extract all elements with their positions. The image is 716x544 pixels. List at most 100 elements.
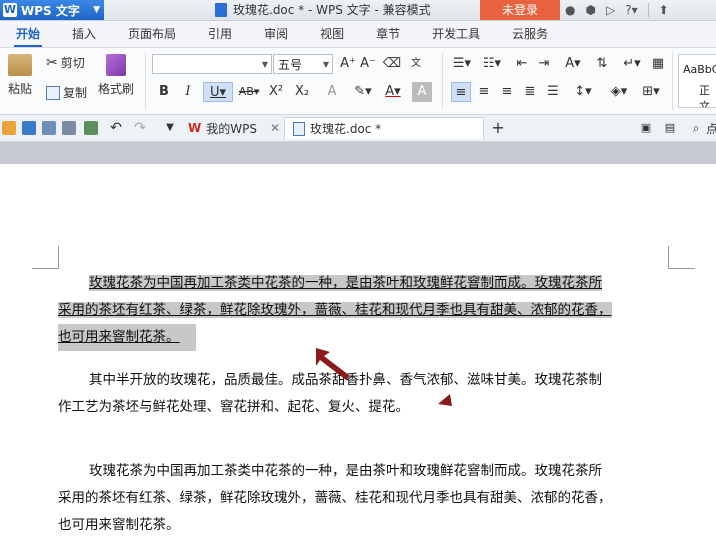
wps-logo-icon: W — [3, 3, 17, 17]
tab-page-layout[interactable]: 页面布局 — [112, 21, 192, 47]
paste-button[interactable]: 粘贴 — [8, 54, 32, 97]
search-icon[interactable]: ⌕ — [686, 118, 706, 138]
align-center-icon[interactable]: ≡ — [474, 82, 494, 102]
new-tab-icon[interactable]: + — [488, 118, 508, 138]
justify-icon[interactable]: ≣ — [520, 82, 540, 102]
title-bar: W WPS 文字 ▼ 玫瑰花.doc * - WPS 文字 - 兼容模式 未登录… — [0, 0, 716, 21]
bullets-icon[interactable]: ☰▾ — [450, 54, 474, 74]
clear-format-icon[interactable]: ⌫ — [382, 54, 402, 74]
distribute-icon[interactable]: ☰ — [543, 82, 563, 102]
style-preview: AaBbC — [683, 63, 716, 76]
print-icon[interactable] — [62, 121, 76, 135]
annotation-arrow-icon — [438, 394, 452, 406]
shading-icon[interactable]: ◈▾ — [606, 82, 632, 102]
login-button[interactable]: 未登录 — [480, 0, 560, 20]
divider — [647, 3, 649, 17]
skin-icon[interactable]: ● — [565, 3, 575, 17]
highlight-icon[interactable]: ✎▾ — [350, 82, 376, 102]
grow-font-icon[interactable]: A⁺ — [338, 54, 358, 74]
screen-icon[interactable]: ▣ — [636, 118, 656, 138]
align-left-icon[interactable]: ≡ — [451, 82, 471, 102]
line-spacing-icon[interactable]: ↕▾ — [570, 82, 596, 102]
copy-button[interactable]: 复制 — [46, 84, 87, 101]
cut-button[interactable]: ✂ 剪切 — [46, 54, 85, 71]
subscript-icon[interactable]: X₂ — [292, 82, 312, 102]
margin-corner-marker — [668, 246, 695, 269]
paragraph[interactable]: 玫瑰花茶为中国再加工茶类中花茶的一种，是由茶叶和玫瑰鲜花窨制而成。玫瑰花茶所 采… — [58, 458, 668, 539]
tab-review[interactable]: 审阅 — [248, 21, 304, 47]
show-marks-icon[interactable]: ↵▾ — [620, 54, 644, 74]
redo-icon[interactable]: ↷ — [130, 118, 150, 138]
scissors-icon: ✂ — [46, 54, 58, 71]
copy-icon — [46, 85, 60, 100]
paste-label: 粘贴 — [8, 82, 33, 96]
undo-icon[interactable]: ↶ — [106, 118, 126, 138]
align-right-icon[interactable]: ≡ — [497, 82, 517, 102]
tabs-list-icon[interactable]: ▤ — [660, 118, 680, 138]
tab-view[interactable]: 视图 — [304, 21, 360, 47]
quick-access-bar: ↶ ↷ ▼ W 我的WPS ✕ 玫瑰花.doc * + ▣ ▤ ⌕ 点 — [0, 115, 716, 142]
margin-corner-marker — [32, 246, 59, 269]
pinyin-icon[interactable]: 文 — [406, 54, 426, 74]
open-folder-icon[interactable] — [2, 121, 16, 135]
sort-icon[interactable]: ⇅ — [592, 54, 612, 74]
cut-label: 剪切 — [60, 56, 85, 70]
document-icon — [293, 121, 305, 136]
chevron-down-icon: ▼ — [322, 60, 329, 69]
brush-icon — [106, 54, 126, 76]
shrink-font-icon[interactable]: A⁻ — [358, 54, 378, 74]
tab-references[interactable]: 引用 — [192, 21, 248, 47]
paste-icon — [8, 54, 32, 76]
text-effect-icon[interactable]: A — [322, 82, 342, 102]
restore-icon[interactable]: ⬆ — [659, 3, 669, 17]
format-painter-button[interactable]: 格式刷 — [98, 54, 134, 97]
paragraph-selected[interactable]: 玫瑰花茶为中国再加工茶类中花茶的一种，是由茶叶和玫瑰鲜花窨制而成。玫瑰花茶所 采… — [58, 270, 668, 351]
paragraph-line: 玫瑰花茶为中国再加工茶类中花茶的一种，是由茶叶和玫瑰鲜花窨制而成。玫瑰花茶所 — [89, 463, 602, 479]
close-icon[interactable]: ✕ — [270, 121, 280, 135]
italic-icon[interactable]: I — [178, 82, 198, 102]
paragraph-line: 也可用来窨制花茶。 — [58, 517, 180, 533]
borders-icon[interactable]: ⊞▾ — [638, 82, 664, 102]
font-size-select[interactable]: 五号 ▼ — [273, 54, 333, 74]
doc-tab-label: 玫瑰花.doc * — [310, 122, 382, 136]
char-shading-icon[interactable]: A — [412, 82, 432, 102]
annotation-arrow-icon — [316, 348, 350, 380]
tab-home[interactable]: 开始 — [0, 21, 56, 47]
table-icon[interactable]: ▦ — [648, 54, 668, 74]
export-pdf-icon[interactable] — [42, 121, 56, 135]
font-color-icon[interactable]: A▾ — [380, 82, 406, 102]
font-name-select[interactable]: ▼ — [152, 54, 272, 74]
window-title: 玫瑰花.doc * - WPS 文字 - 兼容模式 — [215, 0, 431, 20]
decrease-indent-icon[interactable]: ⇤ — [512, 54, 532, 74]
strikethrough-icon[interactable]: AB▾ — [236, 82, 262, 102]
increase-indent-icon[interactable]: ⇥ — [534, 54, 554, 74]
superscript-icon[interactable]: X² — [266, 82, 286, 102]
customize-dropdown-icon[interactable]: ▼ — [160, 118, 180, 138]
doc-tab-rose[interactable]: 玫瑰花.doc * — [284, 117, 484, 139]
tab-sections[interactable]: 章节 — [360, 21, 416, 47]
doc-tab-label: 我的WPS — [206, 121, 257, 136]
chinese-layout-icon[interactable]: A▾ — [560, 54, 586, 74]
app-menu-button[interactable]: W WPS 文字 ▼ — [0, 0, 104, 20]
font-size-value: 五号 — [278, 58, 303, 72]
print-preview-icon[interactable] — [84, 121, 98, 135]
tab-cloud[interactable]: 云服务 — [496, 21, 564, 47]
feedback-icon[interactable]: ⬢ — [585, 3, 595, 17]
tab-developer[interactable]: 开发工具 — [416, 21, 496, 47]
tab-insert[interactable]: 插入 — [56, 21, 112, 47]
styles-gallery[interactable]: AaBbC 正文 — [678, 54, 716, 108]
save-icon[interactable] — [22, 121, 36, 135]
paragraph[interactable]: 其中半开放的玫瑰花，品质最佳。成品茶甜香扑鼻、香气浓郁、滋味甘美。玫瑰花茶制 作… — [58, 367, 668, 421]
numbering-icon[interactable]: ☷▾ — [480, 54, 504, 74]
divider — [672, 52, 673, 110]
underline-icon[interactable]: U▾ — [203, 82, 233, 102]
style-normal-label: 正文 — [699, 84, 710, 108]
document-page[interactable]: 玫瑰花茶为中国再加工茶类中花茶的一种，是由茶叶和玫瑰鲜花窨制而成。玫瑰花茶所 采… — [0, 164, 716, 544]
help-icon[interactable]: ?▾ — [625, 3, 637, 17]
chevron-down-icon: ▼ — [93, 5, 100, 15]
bold-icon[interactable]: B — [154, 82, 174, 102]
share-icon[interactable]: ▷ — [606, 3, 615, 17]
paragraph-line: 玫瑰花茶为中国再加工茶类中花茶的一种，是由茶叶和玫瑰鲜花窨制而成。玫瑰花茶所 — [89, 275, 602, 291]
doc-tab-my-wps[interactable]: W 我的WPS ✕ — [180, 117, 288, 139]
ribbon: 粘贴 ✂ 剪切 复制 格式刷 ▼ 五号 ▼ A⁺ A⁻ ⌫ 文 B I U▾ A… — [0, 48, 716, 115]
